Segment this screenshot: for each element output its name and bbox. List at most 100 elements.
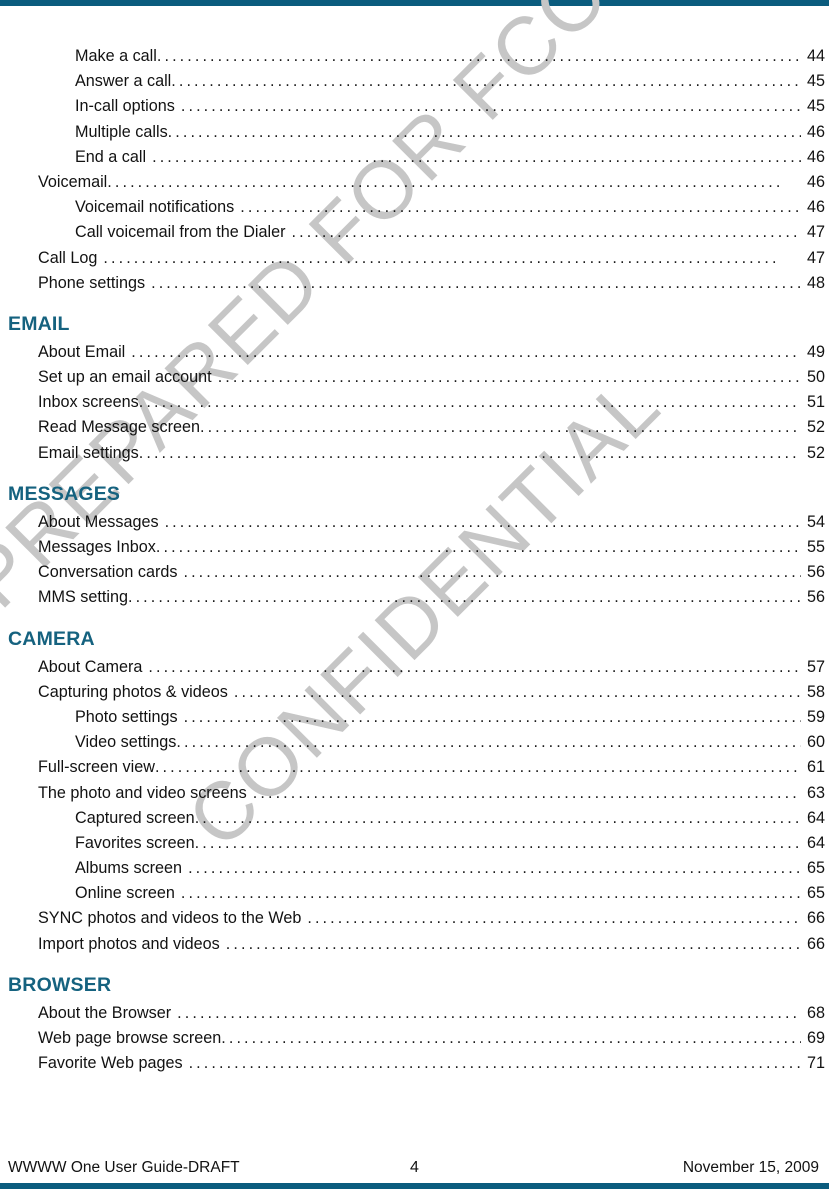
toc-leader-dots: ........................................… — [155, 538, 801, 556]
toc-entry-title: Video settings — [75, 733, 177, 752]
toc-entry[interactable]: Capturing photos & videos...............… — [0, 680, 829, 705]
toc-entry-title: Multiple calls — [75, 122, 168, 141]
toc-entry[interactable]: Favorite Web pages......................… — [0, 1051, 829, 1076]
toc-leader-dots: ........................................… — [199, 418, 801, 437]
toc-leader-dots: ........................................… — [127, 588, 801, 607]
toc-entry[interactable]: Phone settings..........................… — [0, 271, 829, 296]
toc-entry[interactable]: About Camera............................… — [0, 655, 829, 680]
toc-entry-title: Make a call — [75, 47, 157, 65]
toc-entry-page-number: 54 — [806, 512, 825, 531]
section-heading: EMAIL — [8, 312, 70, 335]
toc-leader-dots: ........................................… — [152, 147, 801, 166]
toc-entry-title: Favorite Web pages — [38, 1054, 183, 1073]
page-footer: WWWW One User Guide-DRAFT 4 November 15,… — [0, 1147, 829, 1183]
toc-entry[interactable]: Email settings..........................… — [0, 441, 829, 466]
toc-entry[interactable]: End a call..............................… — [0, 145, 829, 170]
toc-entry[interactable]: Set up an email account.................… — [0, 365, 829, 390]
toc-entry-page-number: 66 — [806, 934, 825, 953]
toc-leader-dots: ........................................… — [233, 682, 801, 701]
toc-entry[interactable]: Read Message screen.....................… — [0, 415, 829, 440]
toc-leader-dots: ........................................… — [131, 342, 801, 361]
toc-leader-dots: ........................................… — [225, 934, 801, 953]
toc-entry-page-number: 65 — [806, 859, 825, 878]
toc-entry-title: Set up an email account — [38, 368, 212, 387]
toc-entry-page-number: 69 — [806, 1029, 825, 1047]
toc-entry-title: MMS setting — [38, 588, 128, 607]
toc-leader-dots: ........................................… — [240, 198, 801, 217]
toc-entry[interactable]: Call Log................................… — [0, 246, 829, 271]
toc-entry-page-number: 61 — [806, 758, 825, 777]
toc-entry-title: Favorites screen — [75, 833, 195, 852]
toc-entry[interactable]: Voicemail notifications.................… — [0, 195, 829, 220]
toc-entry-title: The photo and video screens — [38, 783, 247, 802]
toc-entry-title: Full-screen view — [38, 758, 155, 777]
toc-leader-dots: ........................................… — [107, 172, 784, 191]
toc-entry[interactable]: About Messages..........................… — [0, 510, 829, 535]
toc-leader-dots: ........................................… — [188, 859, 801, 878]
toc-leader-dots: ........................................… — [167, 122, 801, 141]
toc-entry-page-number: 60 — [806, 733, 825, 752]
toc-entry-page-number: 57 — [806, 657, 825, 676]
toc-leader-dots: ........................................… — [148, 657, 801, 676]
toc-entry[interactable]: Full-screen view........................… — [0, 755, 829, 780]
toc-entry-page-number: 59 — [806, 707, 825, 726]
toc-leader-dots: ........................................… — [291, 223, 801, 242]
toc-leader-dots: ........................................… — [221, 1029, 801, 1047]
toc-entry[interactable]: Voicemail...............................… — [0, 170, 829, 195]
toc-entry-title: About Messages — [38, 512, 159, 531]
toc-entry-page-number: 46 — [806, 172, 825, 191]
toc-entry[interactable]: Import photos and videos................… — [0, 932, 829, 957]
toc-leader-dots: ........................................… — [180, 884, 801, 903]
toc-leader-dots: ........................................… — [171, 72, 801, 91]
toc-leader-dots: ........................................… — [138, 393, 801, 412]
toc-entry[interactable]: Messages Inbox..........................… — [0, 535, 829, 560]
toc-leader-dots: ........................................… — [138, 443, 801, 462]
toc-entry-page-number: 49 — [806, 342, 825, 361]
toc-entry-page-number: 46 — [806, 147, 825, 166]
toc-entry[interactable]: MMS setting.............................… — [0, 585, 829, 610]
toc-entry-page-number: 48 — [806, 273, 825, 292]
toc-entry-page-number: 66 — [806, 909, 825, 928]
toc-leader-dots: ........................................… — [183, 707, 801, 726]
toc-leader-dots: ........................................… — [194, 808, 801, 827]
toc-entry-page-number: 47 — [806, 223, 825, 242]
toc-entry[interactable]: SYNC photos and videos to the Web.......… — [0, 906, 829, 931]
toc-entry[interactable]: Conversation cards......................… — [0, 560, 829, 585]
toc-entry-page-number: 45 — [806, 97, 825, 116]
toc-entry-page-number: 45 — [806, 72, 825, 91]
toc-entry[interactable]: Photo settings..........................… — [0, 705, 829, 730]
toc-entry-page-number: 52 — [806, 443, 825, 462]
toc-entry[interactable]: Albums screen...........................… — [0, 856, 829, 881]
toc-entry[interactable]: Web page browse screen..................… — [0, 1026, 829, 1051]
toc-entry[interactable]: Call voicemail from the Dialer..........… — [0, 220, 829, 245]
toc-entry[interactable]: About the Browser.......................… — [0, 1001, 829, 1026]
toc-entry-page-number: 52 — [806, 418, 825, 437]
toc-entry[interactable]: Captured screen.........................… — [0, 806, 829, 831]
table-of-contents: Make a call.............................… — [0, 44, 829, 1076]
footer-date: November 15, 2009 — [682, 1159, 819, 1176]
toc-entry-title: About Email — [38, 342, 126, 361]
page-bottom-rule — [0, 1183, 829, 1189]
toc-entry[interactable]: Make a call.............................… — [0, 44, 829, 69]
toc-entry[interactable]: Online screen...........................… — [0, 881, 829, 906]
toc-entry[interactable]: Favorites screen........................… — [0, 831, 829, 856]
toc-leader-dots: ........................................… — [183, 563, 801, 582]
toc-entry-page-number: 58 — [806, 682, 825, 701]
page-top-rule — [0, 0, 829, 6]
toc-entry-page-number: 55 — [806, 538, 825, 556]
document-page: PREPARED FOR FCC CERTIFICATION CONFIDENT… — [0, 0, 829, 1189]
toc-entry[interactable]: In-call options.........................… — [0, 94, 829, 119]
toc-entry[interactable]: The photo and video screens.............… — [0, 781, 829, 806]
toc-entry-title: Voicemail notifications — [75, 198, 235, 217]
toc-entry[interactable]: About Email.............................… — [0, 340, 829, 365]
toc-entry-title: In-call options — [75, 97, 175, 116]
section-heading: CAMERA — [8, 627, 95, 650]
toc-entry-title: Voicemail — [38, 172, 108, 191]
toc-entry[interactable]: Multiple calls..........................… — [0, 120, 829, 145]
toc-entry-page-number: 56 — [806, 588, 825, 607]
toc-entry-title: Online screen — [75, 884, 175, 903]
toc-entry[interactable]: Answer a call...........................… — [0, 69, 829, 94]
toc-entry[interactable]: Inbox screens...........................… — [0, 390, 829, 415]
toc-entry[interactable]: Video settings..........................… — [0, 730, 829, 755]
toc-entry-page-number: 68 — [806, 1003, 825, 1022]
